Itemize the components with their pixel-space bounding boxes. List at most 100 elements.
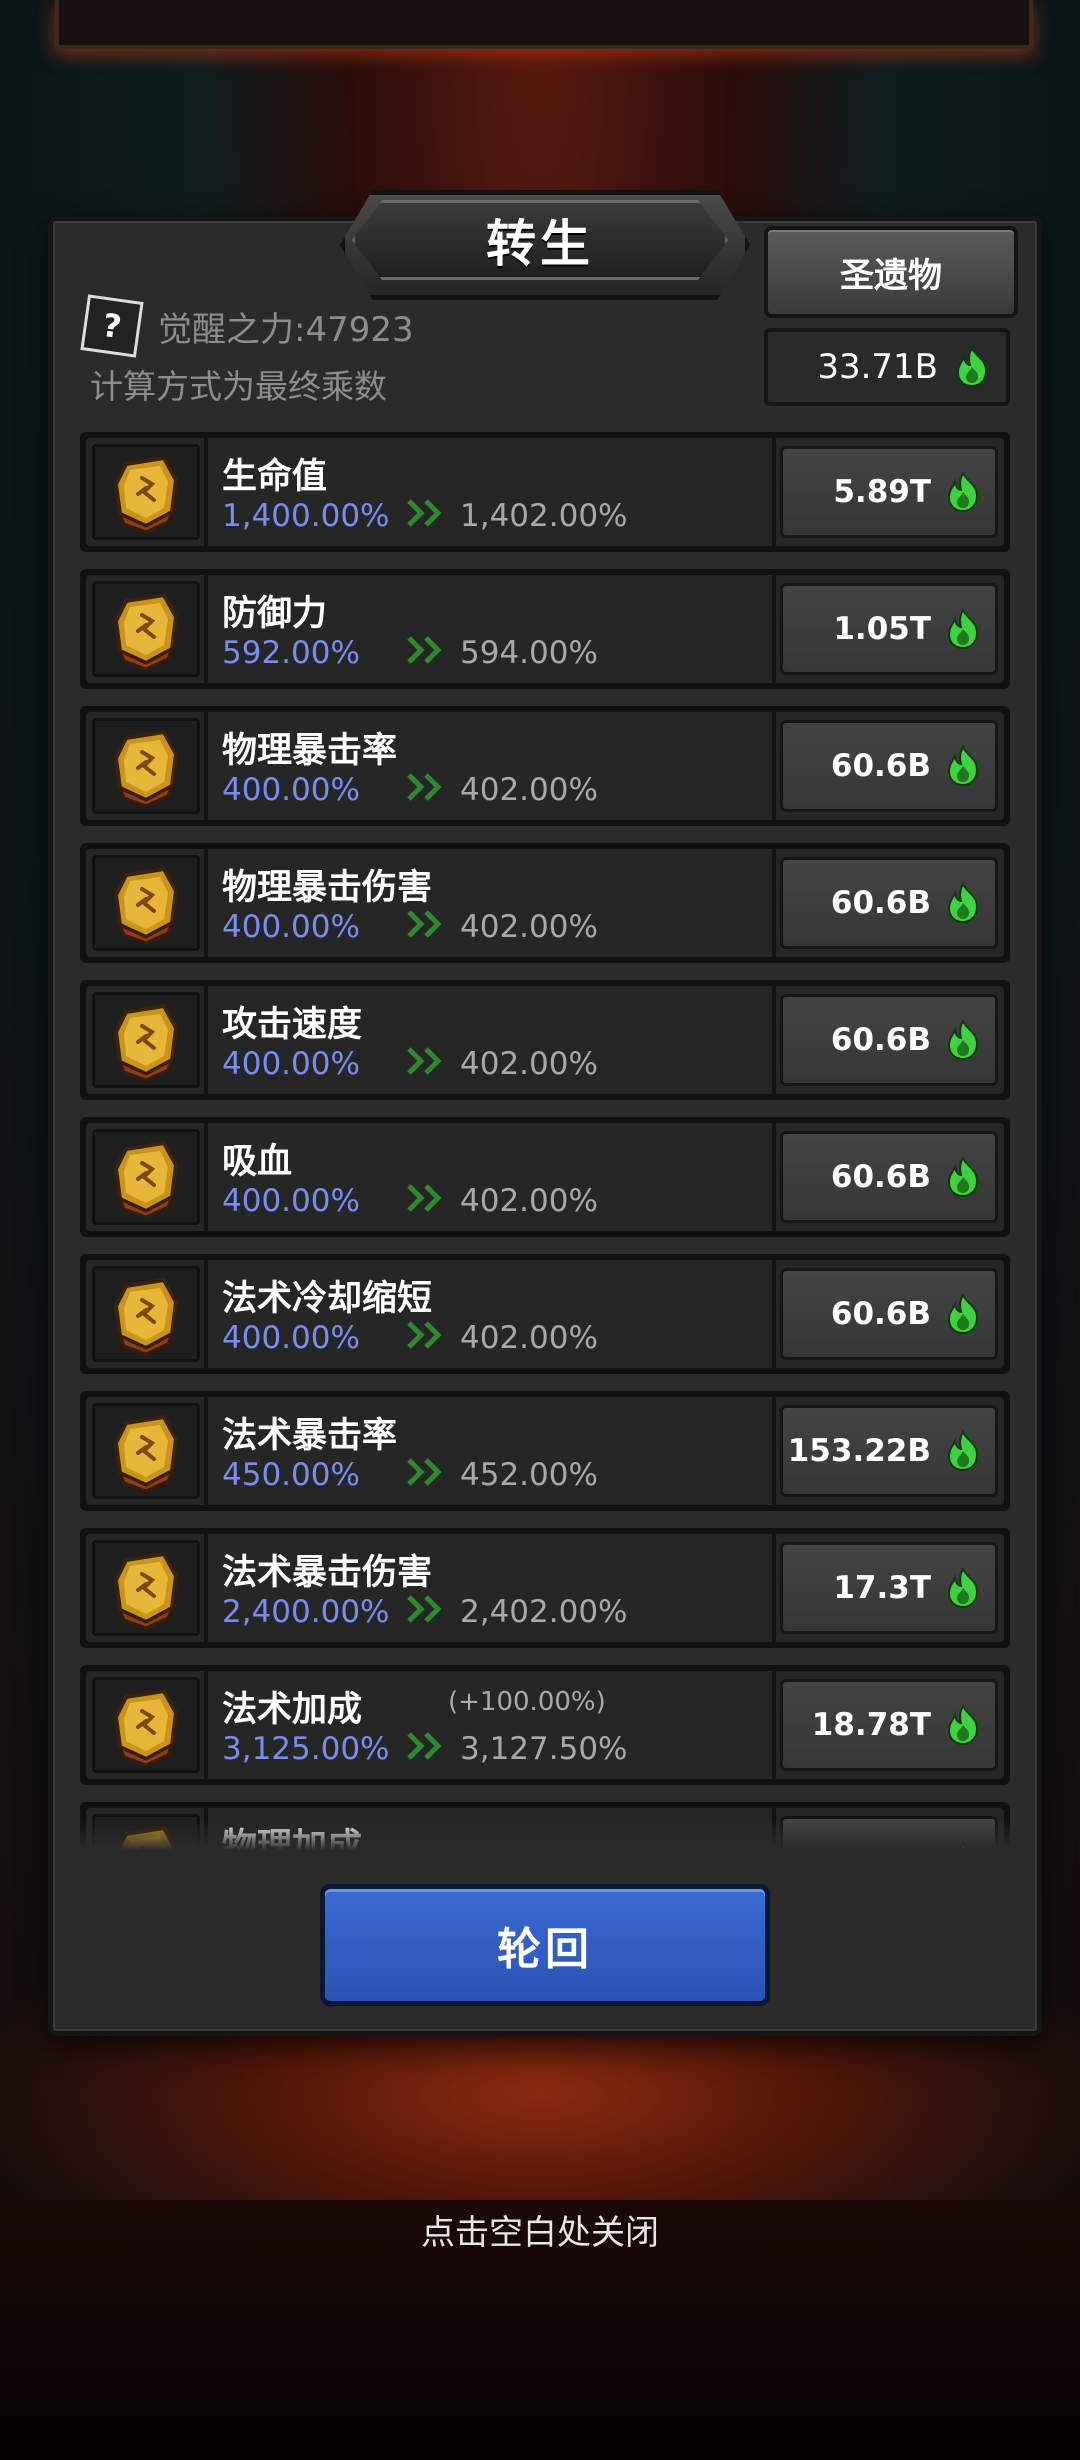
attribute-current: 1,400.00%	[222, 498, 390, 534]
upgrade-cost: 17.3T	[833, 1570, 931, 1606]
double-arrow-icon	[407, 773, 442, 801]
upgrade-cost-button[interactable]: 1.05T	[780, 583, 998, 675]
attribute-next: 452.00%	[460, 1457, 598, 1493]
upgrade-cost-button[interactable]: 18.78T	[780, 1679, 998, 1771]
row-separator	[204, 438, 208, 546]
attribute-next: 3,127.50%	[460, 1731, 628, 1767]
upgrade-cost-button[interactable]: 60.6B	[780, 720, 998, 812]
rune-stone-icon	[113, 729, 179, 808]
attribute-name: 法术加成	[222, 1690, 363, 1730]
attribute-icon-cell	[92, 1540, 200, 1636]
upgrade-cost: 60.6B	[830, 1296, 931, 1332]
row-separator	[772, 1671, 776, 1779]
green-flame-icon	[956, 345, 988, 388]
green-flame-icon	[947, 1018, 979, 1061]
attribute-next: 594.00%	[460, 635, 598, 671]
rune-stone-icon	[113, 455, 179, 534]
currency-display: 33.71B	[764, 328, 1010, 406]
attribute-icon-cell	[92, 1677, 200, 1773]
rune-stone-icon	[113, 866, 179, 945]
upgrade-cost: 153.22B	[787, 1433, 931, 1469]
help-icon[interactable]: ?	[80, 294, 144, 358]
green-flame-icon	[947, 470, 979, 513]
upgrade-cost-button[interactable]: 60.6B	[780, 857, 998, 949]
row-separator	[772, 1397, 776, 1505]
row-separator	[204, 849, 208, 957]
list-fade	[80, 1820, 1010, 1850]
attribute-current: 3,125.00%	[222, 1731, 390, 1767]
attribute-row: 法术冷却缩短 400.00% 402.00% 60.6B	[80, 1254, 1010, 1374]
upgrade-cost-button[interactable]: 5.89T	[780, 446, 998, 538]
attribute-row-inner: 物理暴击伤害 400.00% 402.00% 60.6B	[86, 849, 1004, 957]
attribute-row-inner: 法术加成 (+100.00%) 3,125.00% 3,127.50% 18.78T	[86, 1671, 1004, 1779]
attribute-next: 2,402.00%	[460, 1594, 628, 1630]
green-flame-icon	[947, 1566, 979, 1609]
green-flame-icon	[947, 881, 979, 924]
double-arrow-icon	[407, 1458, 442, 1486]
attribute-next: 1,402.00%	[460, 498, 628, 534]
double-arrow-icon	[407, 636, 442, 664]
attribute-name: 吸血	[222, 1142, 293, 1182]
attribute-row: 防御力 592.00% 594.00% 1.05T	[80, 569, 1010, 689]
relic-button[interactable]: 圣遗物	[764, 226, 1018, 318]
upgrade-cost-button[interactable]: 60.6B	[780, 994, 998, 1086]
double-arrow-icon	[407, 1595, 442, 1623]
row-separator	[204, 1671, 208, 1779]
attribute-row: 法术暴击率 450.00% 452.00% 153.22B	[80, 1391, 1010, 1511]
panel-title: 转生	[486, 215, 594, 273]
upgrade-cost: 5.89T	[833, 474, 931, 510]
row-separator	[204, 1260, 208, 1368]
reincarnate-button[interactable]: 轮回	[320, 1884, 770, 2006]
attribute-next: 402.00%	[460, 1320, 598, 1356]
awaken-power-text: 觉醒之力:47923	[158, 310, 414, 350]
top-frame-bar	[55, 0, 1033, 49]
attribute-row-inner: 法术暴击伤害 2,400.00% 2,402.00% 17.3T	[86, 1534, 1004, 1642]
attribute-row: 吸血 400.00% 402.00% 60.6B	[80, 1117, 1010, 1237]
double-arrow-icon	[407, 1047, 442, 1075]
upgrade-cost-button[interactable]: 17.3T	[780, 1542, 998, 1634]
attribute-row-inner: 攻击速度 400.00% 402.00% 60.6B	[86, 986, 1004, 1094]
close-hint-text[interactable]: 点击空白处关闭	[0, 2205, 1080, 2254]
rune-stone-icon	[113, 1003, 179, 1082]
attribute-row: 物理暴击伤害 400.00% 402.00% 60.6B	[80, 843, 1010, 963]
upgrade-cost: 1.05T	[833, 611, 931, 647]
attribute-row-inner: 吸血 400.00% 402.00% 60.6B	[86, 1123, 1004, 1231]
row-separator	[772, 849, 776, 957]
attribute-name: 法术冷却缩短	[222, 1279, 433, 1319]
attribute-name: 攻击速度	[222, 1005, 363, 1045]
row-separator	[772, 1534, 776, 1642]
attribute-name: 物理暴击率	[222, 731, 398, 771]
attribute-current: 400.00%	[222, 772, 360, 808]
row-separator	[204, 1123, 208, 1231]
upgrade-cost-button[interactable]: 60.6B	[780, 1268, 998, 1360]
attribute-current: 592.00%	[222, 635, 360, 671]
attribute-name: 生命值	[222, 457, 328, 497]
attribute-row-inner: 法术暴击率 450.00% 452.00% 153.22B	[86, 1397, 1004, 1505]
attribute-icon-cell	[92, 992, 200, 1088]
attribute-row-inner: 生命值 1,400.00% 1,402.00% 5.89T	[86, 438, 1004, 546]
rune-stone-icon	[113, 1140, 179, 1219]
attribute-icon-cell	[92, 718, 200, 814]
rune-stone-icon	[113, 1688, 179, 1767]
green-flame-icon	[947, 607, 979, 650]
double-arrow-icon	[407, 1732, 442, 1760]
upgrade-cost-button[interactable]: 60.6B	[780, 1131, 998, 1223]
attribute-current: 2,400.00%	[222, 1594, 390, 1630]
attribute-current: 400.00%	[222, 909, 360, 945]
double-arrow-icon	[407, 499, 442, 527]
upgrade-cost: 18.78T	[811, 1707, 931, 1743]
upgrade-cost-button[interactable]: 153.22B	[780, 1405, 998, 1497]
attribute-row: 法术加成 (+100.00%) 3,125.00% 3,127.50% 18.78T	[80, 1665, 1010, 1785]
currency-amount: 33.71B	[817, 347, 938, 387]
attribute-name: 防御力	[222, 594, 328, 634]
green-flame-icon	[947, 1292, 979, 1335]
row-separator	[772, 1260, 776, 1368]
rune-stone-icon	[113, 1414, 179, 1493]
row-separator	[772, 712, 776, 820]
green-flame-icon	[947, 1155, 979, 1198]
green-flame-icon	[947, 1703, 979, 1746]
row-separator	[204, 575, 208, 683]
row-separator	[204, 1397, 208, 1505]
attribute-list[interactable]: 生命值 1,400.00% 1,402.00% 5.89T 防御力 592.00% 594.…	[80, 432, 1010, 1850]
attribute-row: 攻击速度 400.00% 402.00% 60.6B	[80, 980, 1010, 1100]
